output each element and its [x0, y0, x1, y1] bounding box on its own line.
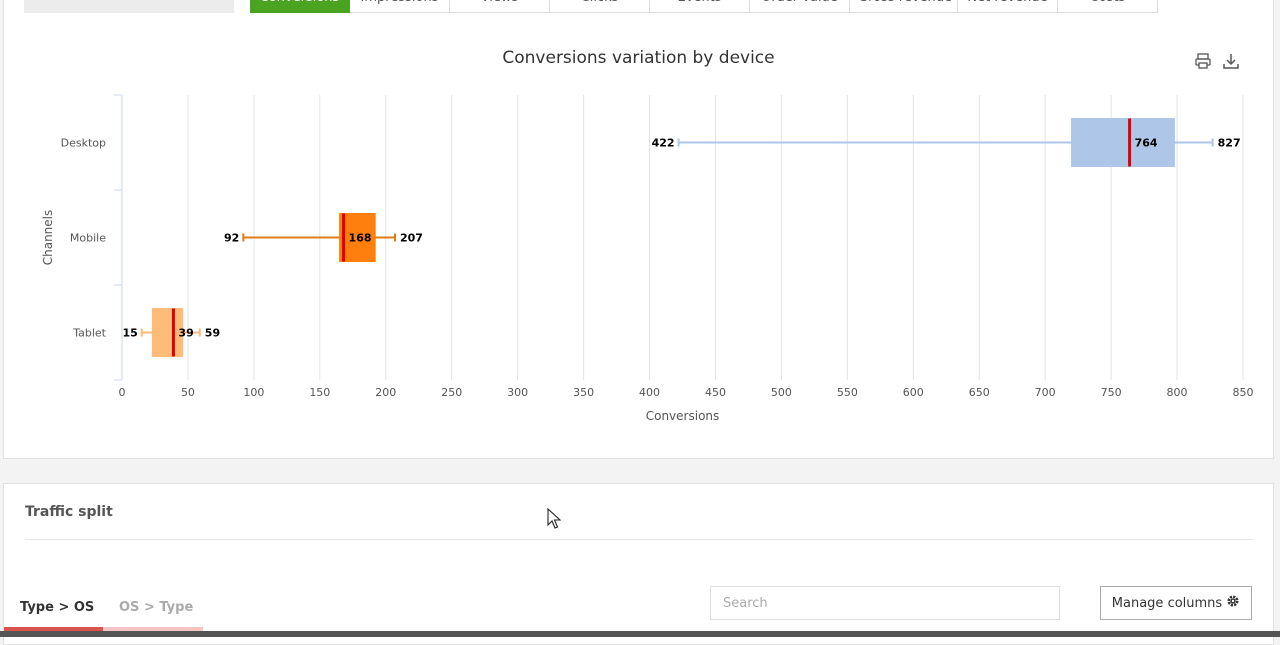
section-title: Traffic split: [25, 504, 113, 520]
x-tick-label: 50: [181, 386, 195, 399]
x-tick-label: 150: [309, 386, 330, 399]
subtab-type-os[interactable]: Type > OS: [20, 600, 94, 615]
label-min: 92: [224, 232, 239, 245]
label-median: 39: [178, 327, 193, 340]
label-max: 207: [400, 232, 423, 245]
mouse-cursor-icon: [547, 507, 562, 534]
x-axis-label: Conversions: [646, 409, 720, 423]
label-min: 15: [122, 327, 137, 340]
label-median: 764: [1135, 137, 1158, 150]
x-tick-label: 750: [1101, 386, 1122, 399]
x-tick-label: 550: [837, 386, 858, 399]
x-tick-label: 500: [771, 386, 792, 399]
box-tablet: 15 39 59: [122, 308, 220, 357]
x-tick-label: 800: [1167, 386, 1188, 399]
box-iqr: [1071, 118, 1175, 167]
x-tick-label: 650: [969, 386, 990, 399]
x-tick-label: 700: [1035, 386, 1056, 399]
subtab-os-type[interactable]: OS > Type: [119, 600, 193, 615]
y-category-label: Tablet: [72, 327, 106, 340]
label-max: 827: [1218, 137, 1241, 150]
x-tick-label: 300: [507, 386, 528, 399]
x-tick-label: 400: [639, 386, 660, 399]
divider: [25, 539, 1253, 540]
y-category-label: Mobile: [70, 232, 106, 245]
x-tick-label: 100: [243, 386, 264, 399]
label-median: 168: [349, 232, 372, 245]
y-category-labels: Desktop Mobile Tablet: [61, 137, 107, 340]
x-tick-label: 600: [903, 386, 924, 399]
x-tick-labels: 0 50 100 150 200 250 300 350 400 450 500 550 600 650 7…: [119, 386, 1254, 399]
y-axis-label: Channels: [41, 210, 55, 266]
label-max: 59: [205, 327, 220, 340]
boxplot-chart: 0 50 100 150 200 250 300 350 400 450 500 550 600 650 7…: [41, 94, 1254, 423]
x-tick-label: 0: [119, 386, 126, 399]
manage-columns-label: Manage columns: [1111, 595, 1223, 611]
chart-axes: [114, 94, 123, 381]
search-input[interactable]: [710, 586, 1060, 620]
bottom-scroll-bar: [0, 631, 1280, 637]
traffic-split-card: Traffic split Type > OS OS > Type Manage…: [3, 483, 1274, 645]
y-category-label: Desktop: [61, 137, 106, 150]
x-tick-label: 200: [375, 386, 396, 399]
x-tick-label: 350: [573, 386, 594, 399]
label-min: 422: [652, 137, 675, 150]
x-tick-label: 450: [705, 386, 726, 399]
box-series: 422 764 827 92 168 207 15 39 59: [122, 118, 1241, 357]
gear-icon: [1226, 594, 1240, 612]
chart-card: KPI Conversions Impressions Views Clicks…: [3, 0, 1274, 459]
x-tick-label: 850: [1233, 386, 1254, 399]
manage-columns-button[interactable]: Manage columns: [1100, 586, 1252, 620]
box-desktop: 422 764 827: [652, 118, 1241, 167]
x-tick-label: 250: [441, 386, 462, 399]
